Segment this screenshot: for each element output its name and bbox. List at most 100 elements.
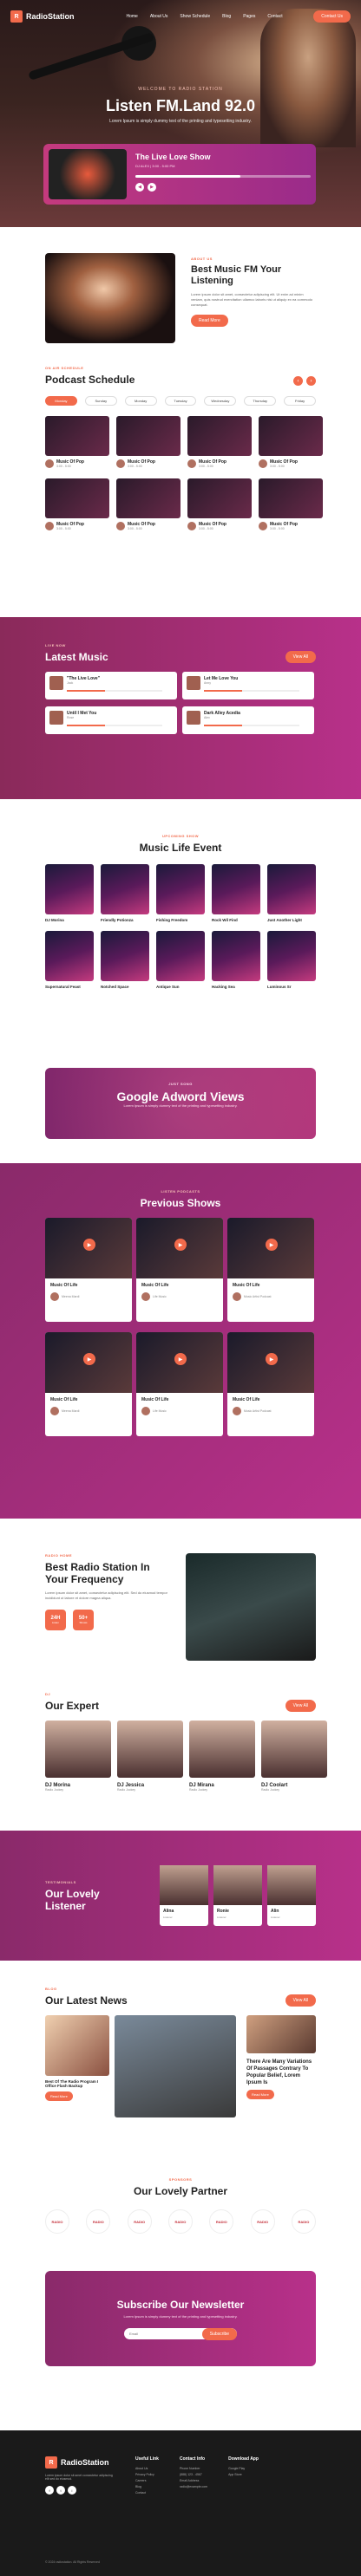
play-icon[interactable]: ▶ bbox=[174, 1353, 187, 1365]
schedule-card[interactable]: Music Of Pop 3:00 - 5:00 bbox=[45, 478, 109, 530]
show-card[interactable]: ▶ Music Of Life Life Music bbox=[136, 1332, 223, 1436]
expert-card[interactable]: DJ Coolart Radio Jockey bbox=[261, 1721, 327, 1792]
footer-item[interactable]: About Us bbox=[135, 2467, 159, 2470]
event-card[interactable]: Just Another Light bbox=[267, 864, 316, 922]
show-time: 3:00 - 5:00 bbox=[56, 465, 71, 468]
tab-day[interactable]: Thursday bbox=[244, 396, 277, 406]
show-card[interactable]: ▶ Music Of Life Music Artist Podcast bbox=[227, 1332, 314, 1436]
schedule-card[interactable]: Music Of Pop 3:00 - 5:00 bbox=[259, 416, 323, 468]
prev-arrow-icon[interactable]: ‹ bbox=[293, 376, 303, 386]
subscribe-button[interactable]: Subscribe bbox=[201, 2327, 237, 2340]
previous-title: Previous Shows bbox=[140, 1197, 221, 1209]
about-read-more-button[interactable]: Read More bbox=[191, 315, 228, 327]
news-read-more-button[interactable]: Read More bbox=[45, 2091, 73, 2101]
event-card[interactable]: Rock Wil Find bbox=[212, 864, 260, 922]
partner-logo[interactable]: RADIO bbox=[86, 2209, 111, 2234]
partner-logo[interactable]: RADIO bbox=[167, 2209, 193, 2234]
contact-us-button[interactable]: Contact Us bbox=[313, 10, 351, 23]
event-card[interactable]: Fishing Freedom bbox=[156, 864, 205, 922]
tab-day[interactable]: Wednesday bbox=[204, 396, 237, 406]
footer-item[interactable]: Careers bbox=[135, 2479, 159, 2482]
news-view-all-button[interactable]: View All bbox=[285, 1994, 316, 2007]
event-card[interactable]: Antique Sun bbox=[156, 931, 205, 989]
tab-day[interactable]: Monday bbox=[124, 396, 157, 406]
footer-item[interactable]: App Store bbox=[228, 2473, 259, 2476]
event-card[interactable]: Notched Space bbox=[101, 931, 149, 989]
tab-day[interactable]: Friday bbox=[284, 396, 317, 406]
news-read-more-button[interactable]: Read More bbox=[246, 2090, 274, 2099]
instagram-icon[interactable]: i bbox=[68, 2486, 76, 2495]
play-icon[interactable]: ▶ bbox=[83, 1239, 95, 1251]
event-card[interactable]: Hacking Sea bbox=[212, 931, 260, 989]
tab-day[interactable]: Tuesday bbox=[164, 396, 197, 406]
event-card[interactable]: Supernatural Feast bbox=[45, 931, 94, 989]
nav-contact[interactable]: Contact bbox=[267, 14, 282, 19]
footer-item[interactable]: Phone Number bbox=[180, 2467, 207, 2470]
twitter-icon[interactable]: t bbox=[56, 2486, 65, 2495]
event-card[interactable]: Friendly Potionza bbox=[101, 864, 149, 922]
show-card[interactable]: ▶ Music Of Life Meena Mardi bbox=[45, 1332, 132, 1436]
footer-logo[interactable]: R RadioStation bbox=[45, 2456, 115, 2469]
footer-item[interactable]: Email Address bbox=[180, 2479, 207, 2482]
schedule-card[interactable]: Music Of Pop 3:00 - 5:00 bbox=[116, 478, 180, 530]
avatar bbox=[50, 1292, 59, 1301]
track-progress[interactable] bbox=[67, 725, 162, 726]
music-card[interactable]: Let Me Love You Anny bbox=[182, 672, 314, 699]
schedule-card[interactable]: Music Of Pop 3:00 - 5:00 bbox=[187, 478, 252, 530]
tab-day[interactable]: Sunday bbox=[84, 396, 117, 406]
partner-logo[interactable]: RADIO bbox=[127, 2209, 152, 2234]
expert-card[interactable]: DJ Morina Radio Jockey bbox=[45, 1721, 111, 1792]
footer-item[interactable]: Privacy Policy bbox=[135, 2473, 159, 2476]
partner-logo[interactable]: RADIO bbox=[291, 2209, 316, 2234]
play-icon[interactable]: ▶ bbox=[148, 183, 156, 192]
nav-blog[interactable]: Blog bbox=[222, 14, 231, 19]
rewind-icon[interactable]: ◀ bbox=[135, 183, 144, 192]
schedule-card[interactable]: Music Of Pop 3:00 - 5:00 bbox=[259, 478, 323, 530]
tab-day[interactable]: Monday bbox=[45, 396, 77, 406]
play-icon[interactable]: ▶ bbox=[266, 1239, 278, 1251]
music-card[interactable]: Until I Met You Rose bbox=[45, 706, 177, 734]
schedule-card[interactable]: Music Of Pop 3:00 - 5:00 bbox=[187, 416, 252, 468]
news-card[interactable]: Best Of The Radio Program I Office Flash… bbox=[45, 2015, 109, 2117]
nav-about[interactable]: About Us bbox=[150, 14, 168, 19]
event-card[interactable]: DJ Morina bbox=[45, 864, 94, 922]
nav-home[interactable]: Home bbox=[127, 14, 138, 19]
event-card[interactable]: Luminous Sr bbox=[267, 931, 316, 989]
partner-logo[interactable]: RADIO bbox=[250, 2209, 275, 2234]
footer-item[interactable]: (888) 123 - 4567 bbox=[180, 2473, 207, 2476]
footer-item[interactable]: Blog bbox=[135, 2485, 159, 2488]
expert-role: Radio Jockey bbox=[45, 1788, 64, 1792]
studio-body: Lorem ipsum dolor sit amet, consectetur … bbox=[45, 1590, 167, 1600]
experts-view-all-button[interactable]: View All bbox=[285, 1700, 316, 1712]
expert-card[interactable]: DJ Mirana Radio Jockey bbox=[189, 1721, 255, 1792]
music-card[interactable]: Dark Alley Acedia Alex bbox=[182, 706, 314, 734]
play-icon[interactable]: ▶ bbox=[83, 1353, 95, 1365]
partner-logo[interactable]: RADIO bbox=[209, 2209, 234, 2234]
play-icon[interactable]: ▶ bbox=[266, 1353, 278, 1365]
facebook-icon[interactable]: f bbox=[45, 2486, 54, 2495]
expert-card[interactable]: DJ Jessica Radio Jockey bbox=[117, 1721, 183, 1792]
footer-item[interactable]: Contact bbox=[135, 2491, 159, 2495]
logo[interactable]: R RadioStation bbox=[10, 10, 75, 23]
news-card[interactable]: There Are Many Variations Of Passages Co… bbox=[241, 2015, 316, 2117]
nav-schedule[interactable]: Show Schedule bbox=[180, 14, 210, 19]
next-arrow-icon[interactable]: › bbox=[306, 376, 316, 386]
track-progress[interactable] bbox=[204, 690, 299, 692]
track-progress[interactable] bbox=[204, 725, 299, 726]
show-card[interactable]: ▶ Music Of Life Meena Mardi bbox=[45, 1218, 132, 1322]
nav-pages[interactable]: Pages bbox=[243, 14, 255, 19]
music-card[interactable]: "The Live Love" Jack bbox=[45, 672, 177, 699]
schedule-card[interactable]: Music Of Pop 3:00 - 5:00 bbox=[45, 416, 109, 468]
show-card[interactable]: ▶ Music Of Life Music Artist Podcast bbox=[227, 1218, 314, 1322]
partner-logo[interactable]: RADIO bbox=[45, 2209, 69, 2234]
player-progress[interactable] bbox=[135, 175, 311, 178]
footer-item[interactable]: radio@example.com bbox=[180, 2485, 207, 2488]
track-progress[interactable] bbox=[67, 690, 162, 692]
play-icon[interactable]: ▶ bbox=[174, 1239, 187, 1251]
footer-item[interactable]: Google Play bbox=[228, 2467, 259, 2470]
show-card[interactable]: ▶ Music Of Life Life Music bbox=[136, 1218, 223, 1322]
copyright: © 2024 radiostation. All Rights Reserved bbox=[45, 2560, 100, 2564]
schedule-card[interactable]: Music Of Pop 3:00 - 5:00 bbox=[116, 416, 180, 468]
email-input[interactable] bbox=[129, 2332, 202, 2336]
latest-view-all-button[interactable]: View All bbox=[285, 651, 316, 663]
